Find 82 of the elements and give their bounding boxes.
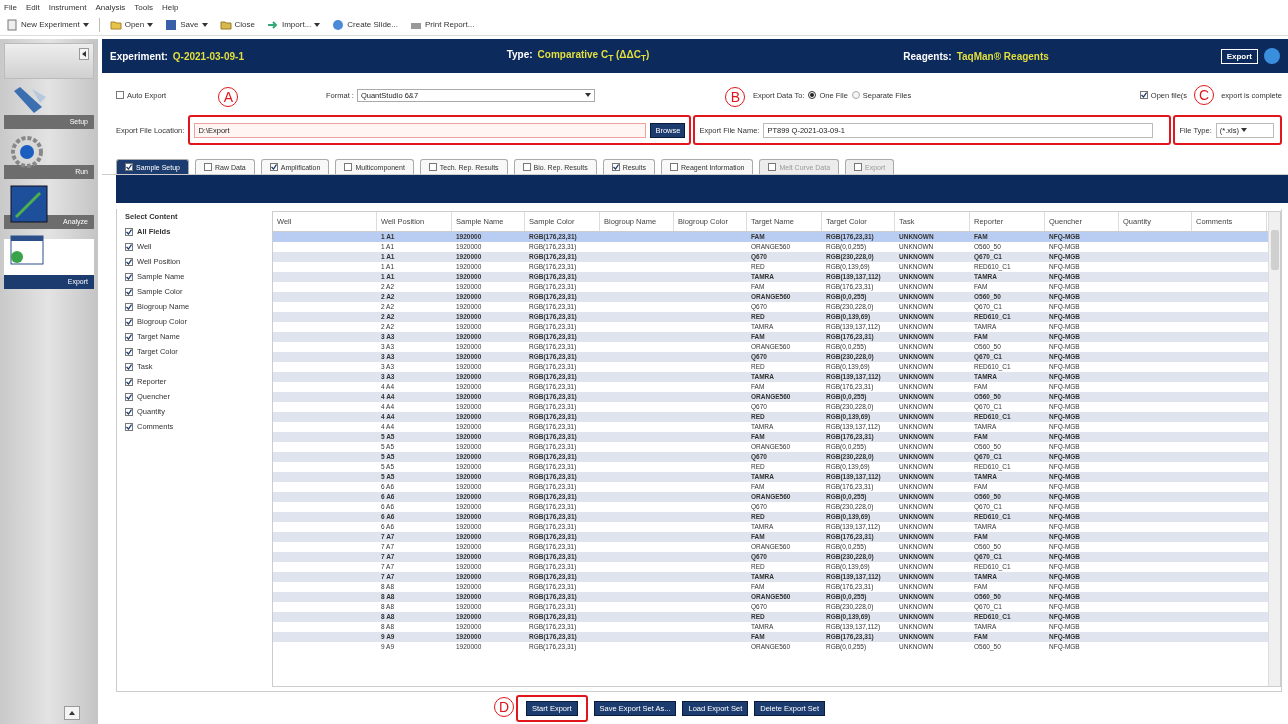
toolbar-button[interactable]: Create Slide...	[330, 18, 400, 31]
checkbox[interactable]	[611, 163, 620, 171]
checkbox[interactable]	[670, 163, 678, 171]
arrow-icon	[266, 18, 279, 31]
checkbox[interactable]	[344, 163, 353, 171]
check-icon	[270, 164, 277, 170]
folder-icon	[109, 18, 122, 31]
checkbox[interactable]	[125, 242, 133, 251]
toolbar-button[interactable]: Open	[107, 18, 156, 31]
menu-item[interactable]: Analysis	[95, 2, 126, 12]
toolbar-button[interactable]: Save	[163, 18, 210, 31]
help-icon[interactable]	[1264, 48, 1280, 64]
check-icon	[126, 408, 132, 415]
export-button[interactable]: Export	[1220, 48, 1258, 64]
checkbox[interactable]	[125, 302, 133, 311]
menu-item[interactable]: Help	[161, 2, 179, 12]
checkbox[interactable]	[125, 347, 133, 356]
caret-icon	[1241, 126, 1248, 133]
scrollbar[interactable]	[1268, 212, 1280, 686]
checkbox[interactable]	[1139, 91, 1148, 99]
type-value: Comparative C$_{T}$ (ΔΔC$_{T}$)	[537, 49, 650, 63]
reagents-label: Reagents:	[903, 50, 952, 62]
check-icon	[126, 378, 132, 385]
experiment-label: Experiment:	[110, 50, 168, 62]
check-icon	[126, 273, 132, 280]
reagents-value: TaqMan® Reagents	[956, 50, 1049, 62]
check-icon	[126, 303, 132, 310]
toolbar-button[interactable]: New Experiment	[4, 18, 91, 31]
check-icon	[126, 164, 132, 170]
menu-item[interactable]: File	[4, 2, 17, 12]
check-icon	[126, 228, 132, 235]
check-icon	[126, 363, 132, 370]
toolbar-button[interactable]: Print Report...	[408, 18, 477, 31]
caret-icon	[584, 92, 591, 98]
spreadsheet-icon	[10, 235, 44, 265]
check-icon	[126, 318, 132, 325]
checkbox[interactable]	[125, 227, 133, 236]
checkbox[interactable]	[116, 91, 124, 99]
check-icon	[126, 258, 132, 265]
radio-button[interactable]	[808, 91, 817, 99]
toolbar-button[interactable]: Close	[217, 18, 257, 31]
annotation-marker: D	[494, 696, 514, 717]
check-icon	[126, 393, 132, 400]
checkbox[interactable]	[125, 392, 133, 401]
checkbox[interactable]	[125, 287, 133, 296]
caret-icon	[81, 51, 87, 57]
checkbox[interactable]	[125, 362, 133, 371]
collapse-button[interactable]	[79, 48, 89, 60]
toolbar-button[interactable]: Import...	[264, 18, 323, 31]
annotation-marker: B	[725, 87, 746, 107]
check-icon	[126, 288, 132, 295]
check-icon	[126, 348, 132, 355]
type-label: Type:	[506, 49, 533, 62]
checkbox[interactable]	[125, 272, 133, 281]
document-icon	[6, 18, 18, 31]
checkbox[interactable]	[125, 377, 133, 386]
expand-button[interactable]	[64, 706, 80, 720]
check-icon	[612, 164, 619, 170]
annotation-marker: A	[218, 87, 239, 107]
checkbox[interactable]	[125, 332, 133, 341]
checkbox[interactable]	[522, 163, 531, 171]
radio-button[interactable]	[851, 91, 860, 99]
experiment-name: Q-2021-03-09-1	[172, 50, 244, 62]
check-icon	[126, 243, 132, 250]
checkbox[interactable]	[125, 257, 133, 266]
caret-icon	[69, 709, 75, 716]
check-icon	[126, 423, 132, 430]
annotation-marker: C	[1194, 85, 1215, 105]
checkbox[interactable]	[125, 422, 133, 431]
menu-item[interactable]: Tools	[134, 2, 153, 12]
check-icon	[1140, 92, 1147, 98]
folder-icon	[219, 18, 232, 31]
checkbox[interactable]	[269, 163, 278, 171]
chart-icon	[10, 185, 48, 223]
checkbox[interactable]	[204, 163, 212, 171]
check-icon	[126, 333, 132, 340]
checkbox[interactable]	[428, 163, 437, 171]
menu-item[interactable]: Instrument	[48, 2, 87, 12]
checkbox[interactable]	[125, 317, 133, 326]
checkbox[interactable]	[125, 407, 133, 416]
checkbox[interactable]	[125, 163, 133, 171]
menu-item[interactable]: Edit	[25, 2, 40, 12]
